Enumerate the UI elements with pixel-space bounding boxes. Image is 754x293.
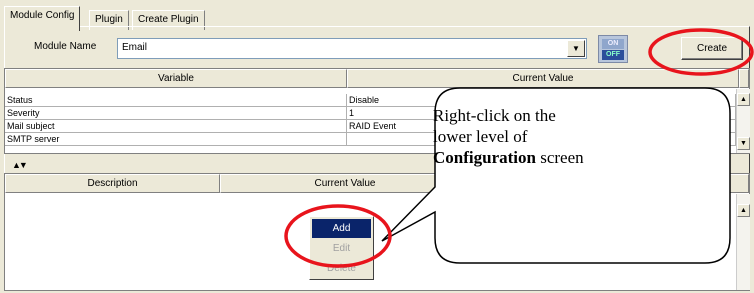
callout-line: Configuration screen: [433, 147, 733, 168]
chevron-down-icon[interactable]: ▼: [567, 40, 585, 57]
callout-text: Right-click on the lower level of Config…: [433, 105, 733, 168]
scroll-up-icon[interactable]: ▲: [737, 93, 750, 106]
variable-cell: Severity: [5, 107, 347, 119]
splitter-arrows-icon[interactable]: ▲▼: [12, 160, 28, 170]
scroll-down-icon[interactable]: ▼: [737, 137, 750, 150]
module-name-select[interactable]: Email: [117, 38, 587, 59]
toggle-off-label: OFF: [602, 50, 624, 60]
current-value-column-header[interactable]: Current Value: [220, 174, 470, 193]
variable-cell: Mail subject: [5, 120, 347, 132]
toggle-on-label: ON: [602, 39, 624, 49]
description-column-header[interactable]: Description: [5, 174, 220, 193]
callout-line: Right-click on the: [433, 106, 556, 125]
header-filler: [739, 69, 749, 88]
module-name-value: Email: [122, 42, 148, 53]
module-name-label: Module Name: [34, 41, 97, 52]
variable-column-header[interactable]: Variable: [5, 69, 347, 88]
variable-cell: SMTP server: [5, 133, 347, 145]
lower-grid-scrollbar[interactable]: ▲: [736, 194, 750, 290]
create-button[interactable]: Create: [681, 37, 743, 60]
menu-item-add[interactable]: Add: [312, 219, 371, 238]
scroll-up-icon[interactable]: ▲: [737, 204, 750, 217]
tab-module-config[interactable]: Module Config: [4, 6, 81, 31]
menu-item-delete: Delete: [327, 263, 356, 274]
context-menu: Add Edit Delete: [309, 216, 374, 280]
upper-grid-scrollbar[interactable]: ▲ ▼: [736, 89, 750, 153]
callout-line-rest: screen: [535, 148, 584, 167]
tab-strip: Module Config Plugin Create Plugin: [4, 4, 748, 31]
callout-bold-word: Configuration: [433, 148, 536, 167]
current-value-column-header[interactable]: Current Value: [347, 69, 739, 88]
header-filler: [470, 174, 749, 193]
description-grid[interactable]: Description Current Value ▲: [4, 173, 750, 291]
on-off-toggle[interactable]: ON OFF: [598, 35, 628, 63]
variable-cell: Status: [5, 94, 347, 106]
callout-line: lower level of: [433, 127, 528, 146]
menu-item-edit: Edit: [332, 243, 351, 254]
